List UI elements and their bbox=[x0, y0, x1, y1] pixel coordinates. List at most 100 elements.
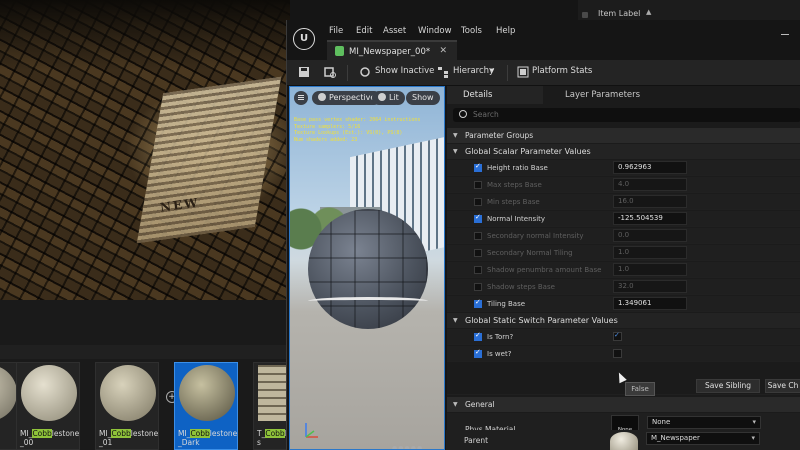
scalar-param-row: Normal Intensity-125.504539 bbox=[447, 211, 800, 227]
asset-thumbnail bbox=[100, 365, 156, 421]
scalar-parameters-header[interactable]: ▼ Global Scalar Parameter Values bbox=[447, 144, 800, 159]
chevron-down-icon[interactable]: ▾ bbox=[490, 66, 494, 76]
app-root: NEW Item Label ▲ + ▾ MI_Cobblestone_00 M… bbox=[0, 0, 800, 450]
collapse-arrow-icon: ▼ bbox=[453, 132, 458, 139]
chevron-down-icon: ▾ bbox=[752, 418, 756, 426]
camera-icon bbox=[318, 93, 326, 101]
scalar-param-row: Shadow steps Base 32.0 bbox=[447, 279, 800, 295]
preview-sphere bbox=[308, 209, 428, 329]
stats-line: Num shaders added: 23 bbox=[294, 136, 358, 143]
scalar-param-row: Tiling Base1.349061 bbox=[447, 296, 800, 312]
override-checkbox[interactable] bbox=[474, 331, 482, 341]
scalar-value-input[interactable]: 32.0 bbox=[613, 280, 687, 293]
scalar-param-row: Height ratio Base0.962963 bbox=[447, 160, 800, 176]
close-icon[interactable]: ✕ bbox=[439, 46, 447, 56]
outliner-column-label[interactable]: Item Label bbox=[598, 9, 640, 18]
save-sibling-button[interactable]: Save Sibling bbox=[696, 379, 760, 393]
scalar-value-input[interactable]: 16.0 bbox=[613, 195, 687, 208]
parent-combo[interactable]: M_Newspaper ▾ bbox=[646, 432, 760, 445]
asset-thumbnail bbox=[0, 365, 17, 421]
hierarchy-button[interactable]: Hierarchy bbox=[453, 66, 494, 76]
toolbar-separator bbox=[507, 65, 508, 81]
static-switch-header[interactable]: ▼ Global Static Switch Parameter Values bbox=[447, 313, 800, 328]
axis-gizmo-icon bbox=[305, 423, 318, 438]
parent-row-visible: Parent M_Newspaper ▾ bbox=[446, 430, 800, 450]
material-instance-icon bbox=[335, 46, 344, 56]
menu-help[interactable]: Help bbox=[496, 26, 515, 36]
outliner-header: Item Label ▲ bbox=[578, 0, 800, 22]
parent-thumbnail[interactable] bbox=[610, 432, 638, 450]
scalar-param-row: Min steps Base 16.0 bbox=[447, 194, 800, 210]
search-icon bbox=[459, 110, 467, 118]
collapse-arrow-icon: ▼ bbox=[453, 401, 458, 408]
browse-icon[interactable] bbox=[324, 66, 336, 78]
shader-stats: Base pass vertex shader: 2064 instructio… bbox=[294, 117, 442, 143]
viewport-options-icon[interactable]: ●●●●● bbox=[392, 445, 423, 449]
hamburger-menu-icon[interactable] bbox=[294, 91, 308, 105]
asset-tile[interactable]: MI_Cobblestone_01 bbox=[95, 362, 159, 450]
menu-asset[interactable]: Asset bbox=[383, 26, 406, 36]
newspaper-decal bbox=[136, 76, 282, 244]
asset-tab[interactable]: MI_Newspaper_00* ✕ bbox=[327, 40, 457, 60]
override-checkbox[interactable] bbox=[474, 266, 482, 274]
menu-bar: U File Edit Asset Window Tools Help bbox=[287, 20, 800, 50]
scalar-value-input[interactable]: 1.349061 bbox=[613, 297, 687, 310]
override-checkbox[interactable] bbox=[474, 198, 482, 206]
tab-details[interactable]: Details bbox=[447, 86, 543, 104]
level-viewport-scene[interactable]: NEW bbox=[0, 0, 290, 300]
tab-layer-parameters[interactable]: Layer Parameters bbox=[545, 86, 640, 104]
scalar-value-input[interactable]: 4.0 bbox=[613, 178, 687, 191]
parameter-groups-header[interactable]: ▼ Parameter Groups bbox=[447, 128, 800, 143]
show-button[interactable]: Show bbox=[406, 91, 440, 105]
minimize-icon[interactable] bbox=[781, 34, 789, 35]
scalar-param-row: Secondary Normal Tiling 1.0 bbox=[447, 245, 800, 261]
scalar-value-input[interactable]: 0.962963 bbox=[613, 161, 687, 174]
asset-tile[interactable]: MI_Cobblestone_00 bbox=[16, 362, 80, 450]
scalar-value-input[interactable]: -125.504539 bbox=[613, 212, 687, 225]
menu-edit[interactable]: Edit bbox=[356, 26, 372, 36]
material-instance-editor: U File Edit Asset Window Tools Help MI_N… bbox=[286, 20, 800, 450]
search-placeholder: Search bbox=[473, 110, 499, 119]
menu-tools[interactable]: Tools bbox=[461, 26, 482, 36]
editor-toolbar: Show Inactive Hierarchy ▾ Platform Stats bbox=[287, 60, 800, 86]
parent-label: Parent bbox=[464, 436, 489, 445]
material-preview-viewport[interactable]: Perspective Lit Show Base pass vertex sh… bbox=[289, 86, 445, 450]
collapse-arrow-icon: ▼ bbox=[453, 148, 458, 155]
phys-material-combo[interactable]: None ▾ bbox=[647, 416, 761, 429]
override-checkbox[interactable] bbox=[474, 348, 482, 358]
lit-button[interactable]: Lit bbox=[372, 91, 405, 105]
menu-file[interactable]: File bbox=[329, 26, 343, 36]
scalar-value-input[interactable]: 0.0 bbox=[613, 229, 687, 242]
asset-tile-selected[interactable]: MI_Cobblestone_Dark bbox=[174, 362, 238, 450]
show-inactive-icon bbox=[360, 67, 370, 77]
general-header[interactable]: ▼ General bbox=[447, 397, 800, 412]
override-checkbox[interactable] bbox=[474, 181, 482, 189]
scalar-value-input[interactable]: 1.0 bbox=[613, 263, 687, 276]
scalar-param-row: Shadow penumbra amount Base 1.0 bbox=[447, 262, 800, 278]
platform-stats-button[interactable]: Platform Stats bbox=[532, 66, 592, 76]
tooltip: False bbox=[625, 382, 655, 396]
scalar-value-input[interactable]: 1.0 bbox=[613, 246, 687, 259]
switch-value-checkbox[interactable] bbox=[613, 349, 622, 358]
toolbar-separator bbox=[347, 65, 348, 81]
override-checkbox[interactable] bbox=[474, 213, 482, 223]
content-browser-toolbar: + ▾ bbox=[0, 345, 290, 403]
save-child-button[interactable]: Save Ch bbox=[765, 379, 800, 393]
switch-value-checkbox[interactable] bbox=[613, 331, 622, 341]
override-checkbox[interactable] bbox=[474, 283, 482, 291]
scalar-param-row: Secondary normal Intensity 0.0 bbox=[447, 228, 800, 244]
menu-window[interactable]: Window bbox=[418, 26, 452, 36]
search-input[interactable]: Search bbox=[453, 108, 800, 122]
override-checkbox[interactable] bbox=[474, 232, 482, 240]
save-icon[interactable] bbox=[298, 66, 310, 78]
outliner-visibility-icon[interactable] bbox=[582, 12, 588, 18]
sort-arrow-icon[interactable]: ▲ bbox=[646, 8, 651, 16]
override-checkbox[interactable] bbox=[474, 162, 482, 172]
override-checkbox[interactable] bbox=[474, 249, 482, 257]
show-inactive-button[interactable]: Show Inactive bbox=[375, 66, 434, 76]
chevron-down-icon: ▾ bbox=[751, 434, 755, 442]
asset-name: MI_Cobblestone_01 bbox=[99, 429, 159, 447]
perspective-button[interactable]: Perspective bbox=[312, 91, 382, 105]
override-checkbox[interactable] bbox=[474, 298, 482, 308]
switch-param-row: Is wet? bbox=[447, 346, 800, 362]
